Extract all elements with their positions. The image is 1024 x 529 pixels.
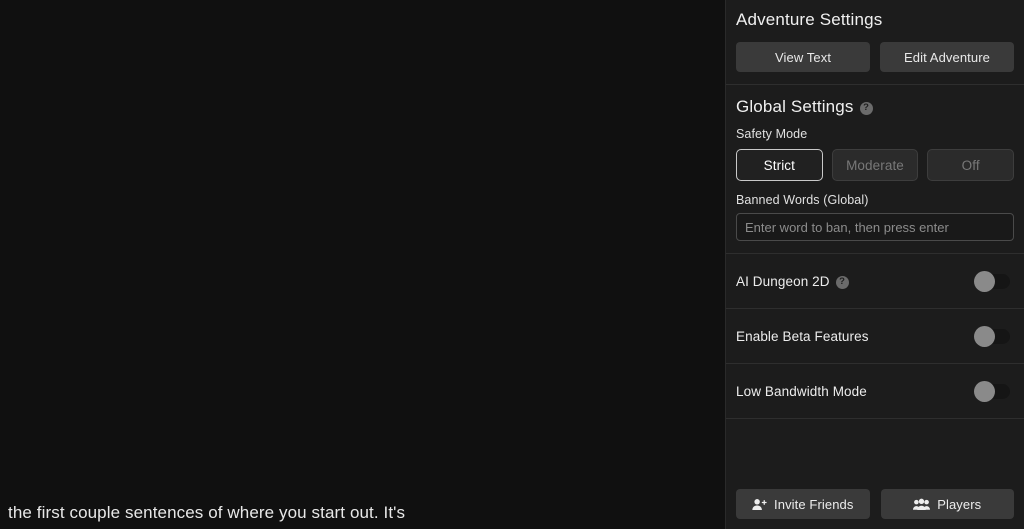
global-settings-title-label: Global Settings: [736, 97, 854, 116]
app-root: the first couple sentences of where you …: [0, 0, 1024, 529]
safety-mode-options: Strict Moderate Off: [736, 149, 1015, 181]
panel-footer: Invite Friends Players: [726, 479, 1024, 529]
invite-friends-button[interactable]: Invite Friends: [736, 489, 870, 519]
players-button[interactable]: Players: [880, 489, 1014, 519]
ai-dungeon-2d-label-group: AI Dungeon 2D ?: [736, 274, 849, 289]
enable-beta-features-label-group: Enable Beta Features: [736, 329, 869, 344]
safety-mode-moderate-button[interactable]: Moderate: [831, 149, 919, 181]
safety-mode-strict-button[interactable]: Strict: [736, 149, 823, 181]
invite-friends-label: Invite Friends: [774, 496, 854, 512]
toggle-knob: [974, 380, 995, 402]
story-content-area[interactable]: the first couple sentences of where you …: [0, 0, 725, 529]
setting-row-low-bandwidth-mode[interactable]: Low Bandwidth Mode: [726, 364, 1024, 418]
low-bandwidth-mode-toggle[interactable]: [974, 380, 1010, 402]
users-group-icon: [913, 498, 931, 510]
help-circle-icon[interactable]: ?: [835, 275, 849, 289]
user-plus-icon: [752, 498, 767, 510]
edit-adventure-button[interactable]: Edit Adventure: [880, 42, 1014, 72]
adventure-settings-title: Adventure Settings: [736, 10, 883, 29]
story-text-line: the first couple sentences of where you …: [8, 503, 406, 522]
adventure-settings-buttons: View Text Edit Adventure: [736, 42, 1014, 72]
toggle-knob: [974, 325, 995, 347]
settings-panel: Adventure Settings View Text Edit Advent…: [725, 0, 1024, 529]
global-settings-title: Global Settings ?: [736, 97, 1014, 117]
low-bandwidth-mode-label: Low Bandwidth Mode: [736, 383, 867, 399]
safety-mode-off-button[interactable]: Off: [927, 149, 1015, 181]
banned-words-input[interactable]: [736, 213, 1014, 241]
ai-dungeon-2d-toggle[interactable]: [974, 270, 1010, 292]
view-text-button[interactable]: View Text: [736, 42, 870, 72]
setting-row-enable-beta-features[interactable]: Enable Beta Features: [726, 309, 1024, 363]
banned-words-label: Banned Words (Global): [736, 193, 869, 207]
enable-beta-features-toggle[interactable]: [974, 325, 1010, 347]
enable-beta-features-label: Enable Beta Features: [736, 328, 869, 344]
global-settings-section: Global Settings ? Safety Mode Strict Mod…: [726, 85, 1024, 253]
players-label: Players: [937, 496, 982, 512]
toggle-knob: [974, 270, 995, 292]
adventure-settings-section: Adventure Settings View Text Edit Advent…: [726, 0, 1024, 84]
ai-dungeon-2d-label: AI Dungeon 2D: [736, 273, 830, 289]
divider-before-footer: [726, 418, 1024, 419]
safety-mode-label: Safety Mode: [736, 127, 808, 141]
setting-row-ai-dungeon-2d[interactable]: AI Dungeon 2D ?: [726, 254, 1024, 308]
low-bandwidth-mode-label-group: Low Bandwidth Mode: [736, 384, 867, 399]
help-circle-icon[interactable]: ?: [859, 101, 873, 115]
